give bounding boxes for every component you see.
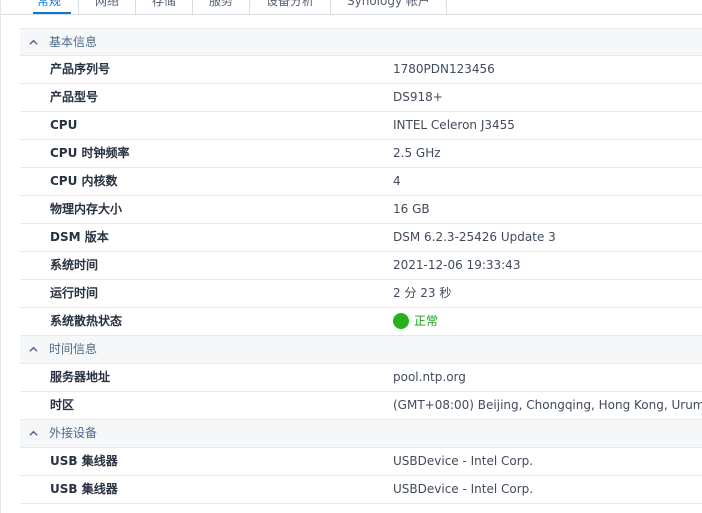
info-row-usb-hub: USB 集线器 USBDevice - Intel Corp. bbox=[20, 448, 702, 476]
section-header-external-devices[interactable]: 外接设备 bbox=[20, 420, 702, 448]
info-label: 系统散热状态 bbox=[50, 314, 123, 328]
info-label: 服务器地址 bbox=[50, 370, 111, 384]
active-tab-indicator bbox=[33, 12, 71, 14]
tab-divider bbox=[330, 0, 331, 14]
info-row-serial: 产品序列号 1780PDN123456 bbox=[20, 56, 702, 84]
info-value: 16 GB bbox=[393, 202, 430, 216]
info-list: 基本信息 产品序列号 1780PDN123456 产品型号 DS918+ CPU… bbox=[20, 28, 702, 504]
info-row-memory: 物理内存大小 16 GB bbox=[20, 196, 702, 224]
thermal-status-text: 正常 bbox=[414, 314, 439, 328]
info-value: USBDevice - Intel Corp. bbox=[393, 482, 534, 496]
info-label: USB 集线器 bbox=[50, 454, 118, 468]
info-label: CPU 内核数 bbox=[50, 174, 118, 188]
tab-divider bbox=[249, 0, 250, 14]
info-row-cpu-clock: CPU 时钟频率 2.5 GHz bbox=[20, 140, 702, 168]
info-value: pool.ntp.org bbox=[393, 370, 466, 384]
info-label: 时区 bbox=[50, 398, 75, 412]
tab-divider bbox=[135, 0, 136, 14]
info-label: 产品型号 bbox=[50, 90, 99, 104]
info-row-dsm-version: DSM 版本 DSM 6.2.3-25426 Update 3 bbox=[20, 224, 702, 252]
section-header-basic-info[interactable]: 基本信息 bbox=[20, 28, 702, 56]
thermal-status-value: 正常 bbox=[393, 308, 702, 335]
tab-synology-account[interactable]: Synology 帐户 bbox=[347, 0, 430, 14]
info-label: CPU 时钟频率 bbox=[50, 146, 130, 160]
section-title: 基本信息 bbox=[49, 35, 98, 49]
info-value: DSM 6.2.3-25426 Update 3 bbox=[393, 230, 556, 244]
tab-bar: 常规 网络 存储 服务 设备分析 Synology 帐户 bbox=[1, 0, 702, 15]
chevron-up-icon[interactable] bbox=[29, 429, 38, 438]
tab-device-analysis[interactable]: 设备分析 bbox=[266, 0, 314, 14]
tab-network[interactable]: 网络 bbox=[95, 0, 119, 14]
info-row-uptime: 运行时间 2 分 23 秒 bbox=[20, 280, 702, 308]
info-row-cpu: CPU INTEL Celeron J3455 bbox=[20, 112, 702, 140]
status-ok-icon bbox=[393, 313, 409, 329]
tab-divider bbox=[446, 0, 447, 14]
info-row-model: 产品型号 DS918+ bbox=[20, 84, 702, 112]
info-row-thermal-status: 系统散热状态 正常 bbox=[20, 308, 702, 336]
info-label: USB 集线器 bbox=[50, 482, 118, 496]
info-label: DSM 版本 bbox=[50, 230, 109, 244]
info-value: (GMT+08:00) Beijing, Chongqing, Hong Kon… bbox=[393, 398, 702, 412]
info-row-usb-hub: USB 集线器 USBDevice - Intel Corp. bbox=[20, 476, 702, 504]
chevron-up-icon[interactable] bbox=[29, 345, 38, 354]
info-value: 2 分 23 秒 bbox=[393, 286, 452, 300]
info-row-ntp-server: 服务器地址 pool.ntp.org bbox=[20, 364, 702, 392]
info-value: INTEL Celeron J3455 bbox=[393, 118, 515, 132]
info-label: 运行时间 bbox=[50, 286, 99, 300]
tab-divider bbox=[192, 0, 193, 14]
section-header-time-info[interactable]: 时间信息 bbox=[20, 336, 702, 364]
info-row-timezone: 时区 (GMT+08:00) Beijing, Chongqing, Hong … bbox=[20, 392, 702, 420]
chevron-up-icon[interactable] bbox=[29, 38, 38, 47]
info-label: 系统时间 bbox=[50, 258, 99, 272]
info-center-window: 常规 网络 存储 服务 设备分析 Synology 帐户 基本信息 产品序列号 … bbox=[0, 0, 702, 513]
info-value: 4 bbox=[393, 174, 401, 188]
section-title: 外接设备 bbox=[49, 426, 98, 440]
info-value: 2021-12-06 19:33:43 bbox=[393, 258, 521, 272]
info-label: CPU bbox=[50, 118, 78, 132]
tab-divider bbox=[78, 0, 79, 14]
info-row-system-time: 系统时间 2021-12-06 19:33:43 bbox=[20, 252, 702, 280]
info-row-cpu-cores: CPU 内核数 4 bbox=[20, 168, 702, 196]
tab-storage[interactable]: 存储 bbox=[152, 0, 176, 14]
info-value: USBDevice - Intel Corp. bbox=[393, 454, 534, 468]
tab-services[interactable]: 服务 bbox=[209, 0, 233, 14]
section-title: 时间信息 bbox=[49, 342, 98, 356]
info-label: 物理内存大小 bbox=[50, 202, 123, 216]
info-value: DS918+ bbox=[393, 90, 443, 104]
info-label: 产品序列号 bbox=[50, 62, 111, 76]
info-value: 1780PDN123456 bbox=[393, 62, 495, 76]
info-value: 2.5 GHz bbox=[393, 146, 441, 160]
